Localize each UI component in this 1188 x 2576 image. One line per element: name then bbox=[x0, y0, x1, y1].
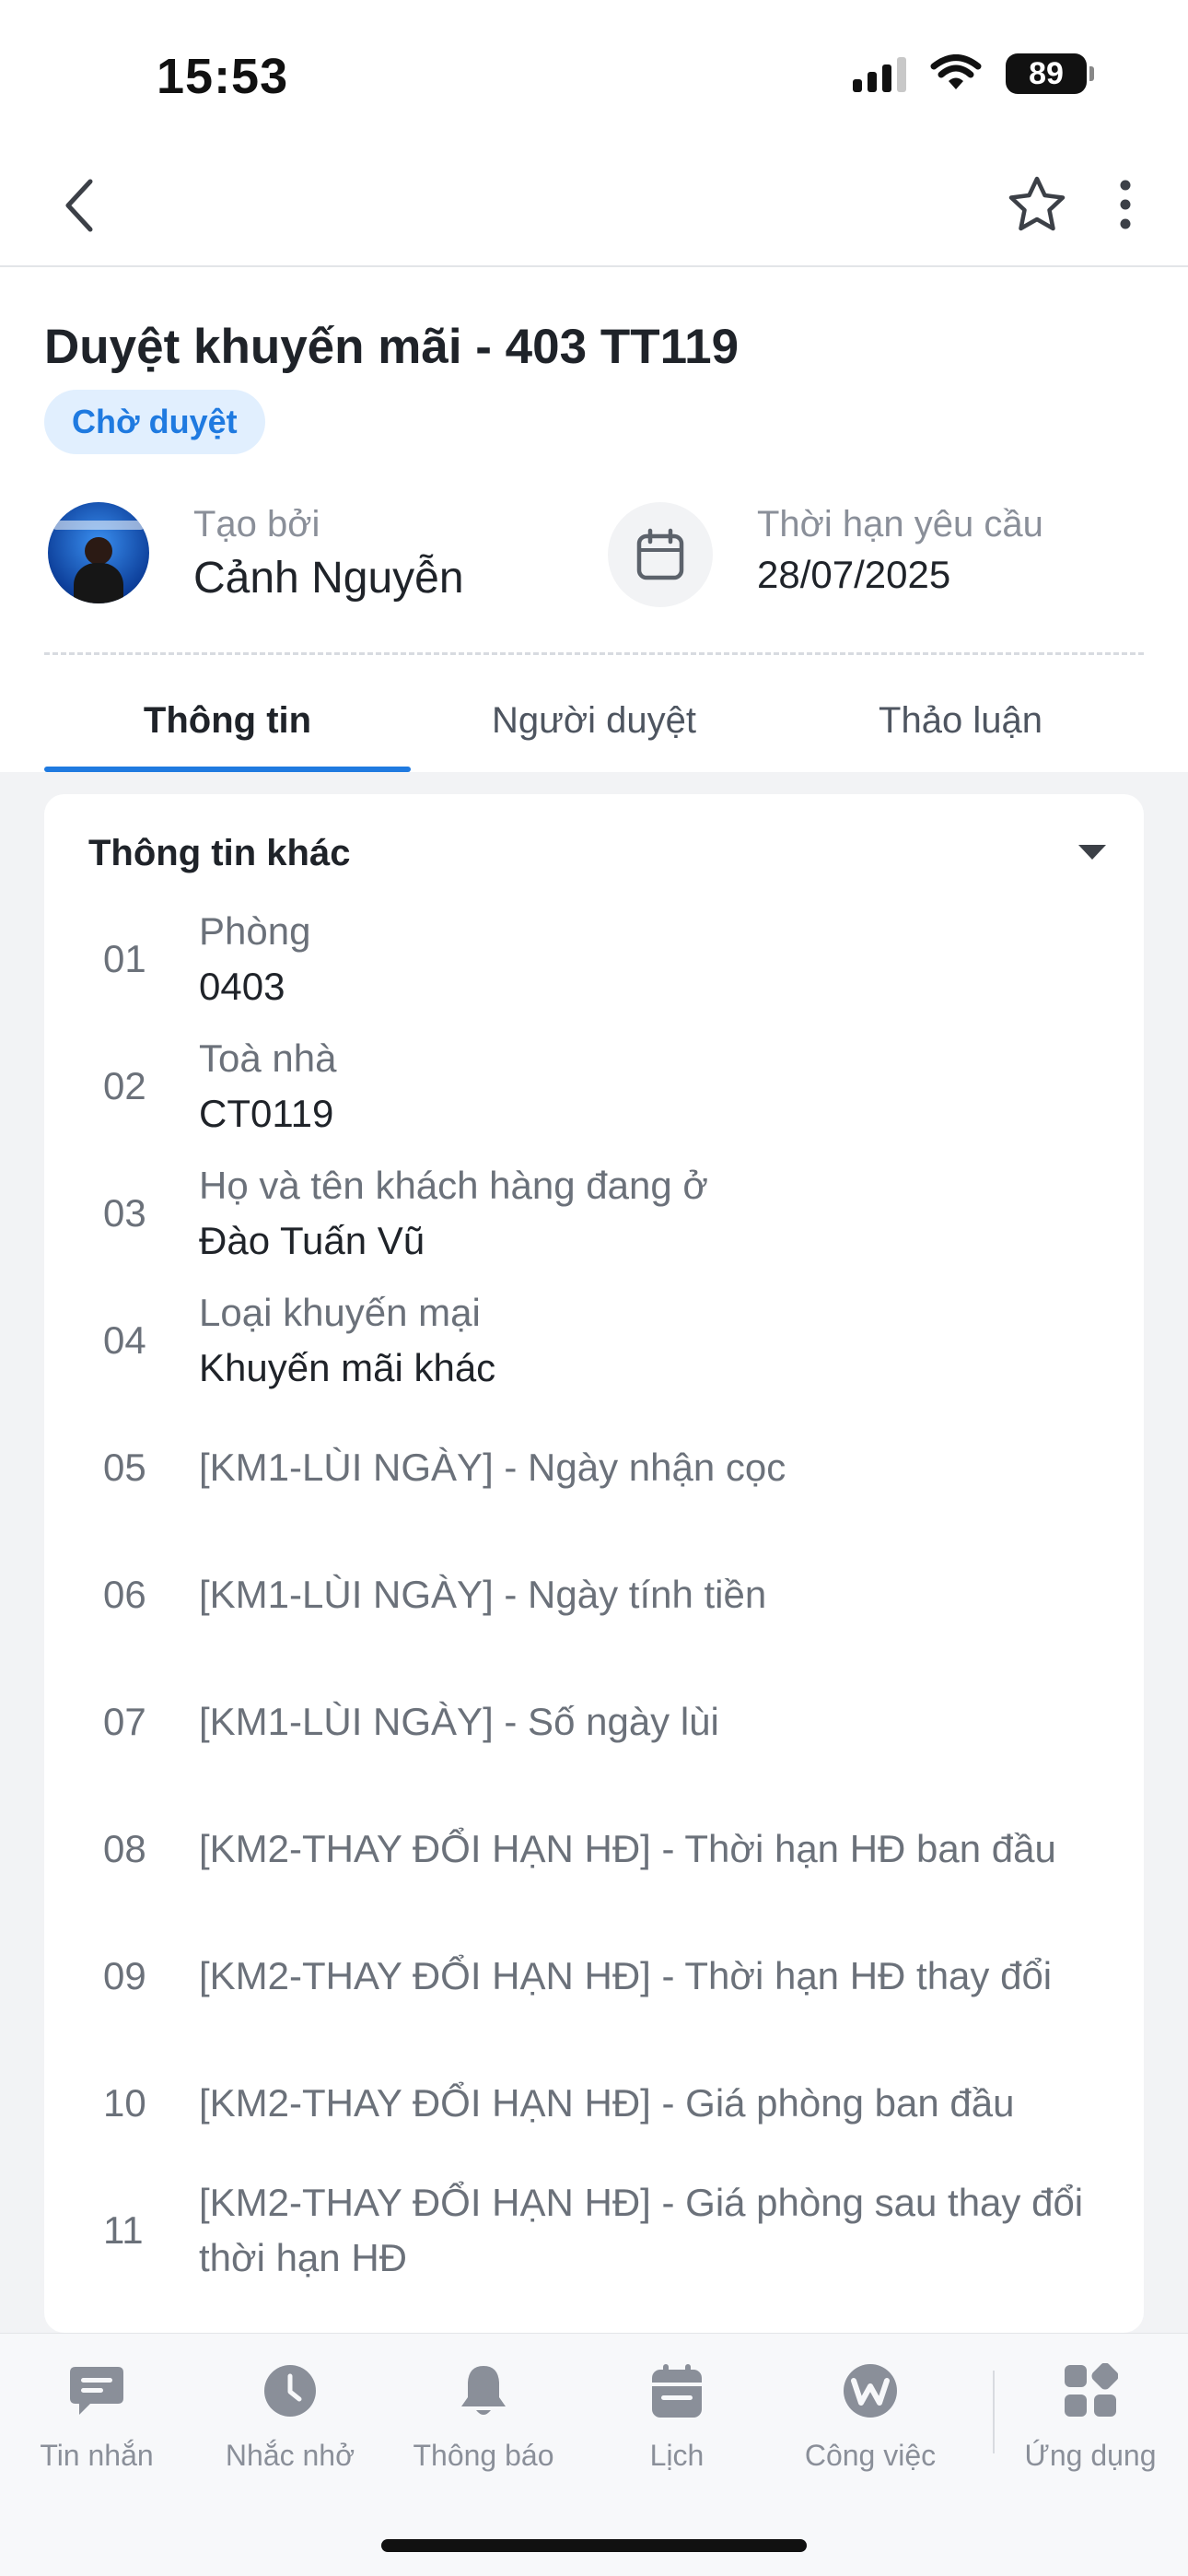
field-number: 11 bbox=[103, 2208, 144, 2252]
battery-level: 89 bbox=[1029, 55, 1064, 91]
status-time: 15:53 bbox=[157, 49, 289, 104]
field-label: [KM1-LÙI NGÀY] - Số ngày lùi bbox=[199, 1700, 719, 1743]
field-value: 0403 bbox=[199, 965, 285, 1008]
tabbar-notifications[interactable]: Thông báo bbox=[391, 2361, 576, 2500]
collapse-toggle[interactable] bbox=[1074, 838, 1111, 866]
bell-icon bbox=[454, 2361, 513, 2420]
field-number: 05 bbox=[103, 1446, 146, 1489]
favorite-button[interactable] bbox=[1002, 170, 1072, 240]
more-vertical-icon bbox=[1120, 180, 1131, 229]
deadline-value: 28/07/2025 bbox=[757, 553, 951, 596]
field-value: Khuyến mãi khác bbox=[199, 1346, 496, 1389]
tab-discussion[interactable]: Thảo luận bbox=[777, 669, 1144, 772]
field-label: [KM2-THAY ĐỔI HẠN HĐ] - Thời hạn HĐ ban … bbox=[199, 1827, 1056, 1870]
field-number: 08 bbox=[103, 1827, 146, 1870]
apps-icon bbox=[1061, 2361, 1120, 2420]
tabbar-label: Thông báo bbox=[413, 2439, 554, 2472]
star-icon bbox=[1008, 176, 1066, 231]
divider bbox=[44, 652, 1144, 655]
back-button[interactable] bbox=[52, 173, 107, 238]
field-row: 09 [KM2-THAY ĐỔI HẠN HĐ] - Thời hạn HĐ t… bbox=[44, 1913, 1144, 2040]
tabbar-label: Nhắc nhở bbox=[225, 2439, 355, 2472]
field-row: 02 Toà nhà CT0119 bbox=[44, 1023, 1144, 1150]
field-row: 11 [KM2-THAY ĐỔI HẠN HĐ] - Giá phòng sau… bbox=[44, 2167, 1144, 2294]
chevron-left-icon bbox=[65, 179, 93, 232]
field-label: [KM1-LÙI NGÀY] - Ngày nhận cọc bbox=[199, 1446, 786, 1489]
request-header: Duyệt khuyến mãi - 403 TT119 Chờ duyệt T… bbox=[0, 267, 1188, 772]
field-number: 09 bbox=[103, 1954, 146, 1997]
tabbar-label: Tin nhắn bbox=[40, 2439, 154, 2472]
field-row: 01 Phòng 0403 bbox=[44, 896, 1144, 1023]
calendar-icon bbox=[636, 528, 684, 580]
wifi-icon bbox=[930, 54, 982, 89]
field-row: 03 Họ và tên khách hàng đang ở Đào Tuấn V… bbox=[44, 1150, 1144, 1277]
cellular-signal-icon bbox=[853, 55, 906, 92]
field-label: [KM2-THAY ĐỔI HẠN HĐ] - Thời hạn HĐ thay… bbox=[199, 1954, 1053, 1997]
creator-label: Tạo bởi bbox=[193, 504, 320, 544]
field-row: 08 [KM2-THAY ĐỔI HẠN HĐ] - Thời hạn HĐ b… bbox=[44, 1786, 1144, 1913]
field-number: 04 bbox=[103, 1318, 146, 1362]
info-card: Thông tin khác 01 Phòng 0403 02 Toà nhà CT… bbox=[44, 794, 1144, 2333]
page-title: Duyệt khuyến mãi - 403 TT119 bbox=[44, 320, 740, 374]
more-options-button[interactable] bbox=[1107, 170, 1144, 240]
tabbar-divider bbox=[993, 2371, 995, 2453]
field-label: [KM2-THAY ĐỔI HẠN HĐ] - Giá phòng sau th… bbox=[199, 2181, 1084, 2279]
nav-bar bbox=[0, 147, 1188, 267]
field-number: 03 bbox=[103, 1191, 146, 1235]
deadline-label: Thời hạn yêu cầu bbox=[757, 504, 1043, 544]
field-row: 04 Loại khuyến mại Khuyến mãi khác bbox=[44, 1277, 1144, 1404]
field-value: Đào Tuấn Vũ bbox=[199, 1219, 425, 1262]
tabbar-label: Ứng dụng bbox=[1024, 2439, 1157, 2472]
status-badge: Chờ duyệt bbox=[44, 390, 265, 454]
field-label: Phòng bbox=[199, 909, 311, 953]
field-number: 02 bbox=[103, 1064, 146, 1107]
field-label: [KM2-THAY ĐỔI HẠN HĐ] - Giá phòng ban đầ… bbox=[199, 2081, 1015, 2125]
field-number: 01 bbox=[103, 937, 146, 980]
tabbar-reminders[interactable]: Nhắc nhở bbox=[198, 2361, 382, 2500]
clock-icon bbox=[261, 2361, 320, 2420]
field-row: 06 [KM1-LÙI NGÀY] - Ngày tính tiền bbox=[44, 1531, 1144, 1658]
field-label: [KM1-LÙI NGÀY] - Ngày tính tiền bbox=[199, 1573, 767, 1616]
tabbar-label: Lịch bbox=[649, 2439, 705, 2472]
status-icons: 89 bbox=[853, 53, 1094, 94]
field-row: 05 [KM1-LÙI NGÀY] - Ngày nhận cọc bbox=[44, 1404, 1144, 1531]
caret-down-icon bbox=[1078, 845, 1106, 860]
field-number: 06 bbox=[103, 1573, 146, 1616]
tab-approvers[interactable]: Người duyệt bbox=[411, 669, 777, 772]
tab-strip: Thông tin Người duyệt Thảo luận bbox=[44, 669, 1144, 772]
battery-icon: 89 bbox=[1006, 53, 1094, 94]
tabbar-calendar[interactable]: Lịch bbox=[585, 2361, 769, 2500]
work-icon bbox=[841, 2361, 900, 2420]
field-label: Loại khuyến mại bbox=[199, 1291, 481, 1334]
home-indicator[interactable] bbox=[381, 2539, 807, 2552]
section-title: Thông tin khác bbox=[88, 833, 351, 873]
field-number: 10 bbox=[103, 2081, 146, 2125]
field-value: CT0119 bbox=[199, 1092, 334, 1135]
field-number: 07 bbox=[103, 1700, 146, 1743]
tabbar-label: Công việc bbox=[804, 2439, 937, 2472]
field-row: 10 [KM2-THAY ĐỔI HẠN HĐ] - Giá phòng ban… bbox=[44, 2040, 1144, 2167]
field-label: Họ và tên khách hàng đang ở bbox=[199, 1164, 708, 1207]
status-bar: 15:53 89 bbox=[0, 0, 1188, 147]
tabbar-apps[interactable]: Ứng dụng bbox=[998, 2361, 1182, 2500]
tabbar-messages[interactable]: Tin nhắn bbox=[5, 2361, 189, 2500]
deadline-calendar bbox=[608, 502, 713, 607]
tab-info[interactable]: Thông tin bbox=[44, 669, 411, 772]
calendar-icon bbox=[647, 2361, 706, 2420]
creator-name: Cảnh Nguyễn bbox=[193, 554, 464, 603]
avatar[interactable] bbox=[48, 502, 149, 603]
field-row: 07 [KM1-LÙI NGÀY] - Số ngày lùi bbox=[44, 1658, 1144, 1786]
tabbar-work[interactable]: Công việc bbox=[778, 2361, 962, 2500]
message-icon bbox=[67, 2361, 126, 2420]
field-label: Toà nhà bbox=[199, 1036, 337, 1080]
